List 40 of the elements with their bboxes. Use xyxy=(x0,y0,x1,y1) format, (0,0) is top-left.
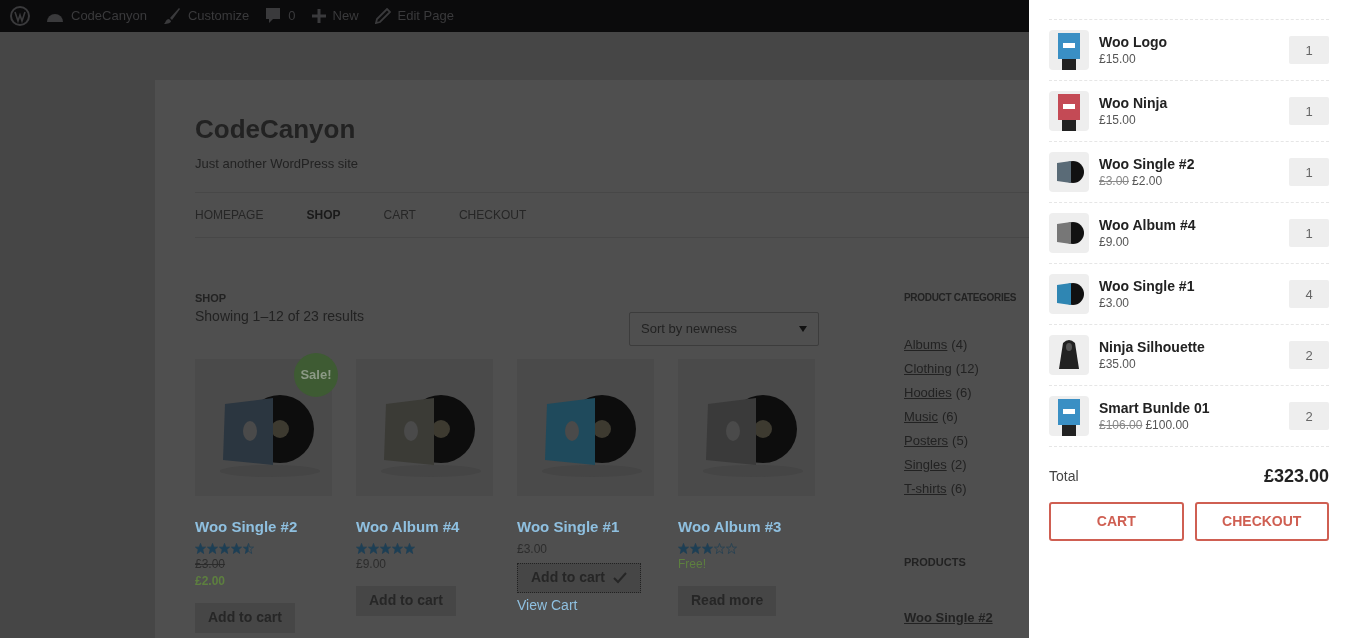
product-title[interactable]: Woo Single #2 xyxy=(195,516,332,539)
quantity-field[interactable]: 1 xyxy=(1289,158,1329,186)
cart-action-button[interactable]: CART xyxy=(1049,502,1184,541)
cart-item-price: £35.00 xyxy=(1099,356,1136,372)
cart-item-price: £2.00 xyxy=(1132,173,1163,189)
quantity-field[interactable]: 4 xyxy=(1289,280,1329,308)
cart-item-name[interactable]: Ninja Silhouette xyxy=(1099,338,1279,356)
product-title[interactable]: Woo Album #4 xyxy=(356,516,493,539)
cart-item-name[interactable]: Woo Ninja xyxy=(1099,94,1279,112)
cart-item-name[interactable]: Woo Single #2 xyxy=(1099,155,1279,173)
cart-item-name[interactable]: Smart Bunlde 01 xyxy=(1099,399,1279,417)
quantity-field[interactable]: 1 xyxy=(1289,219,1329,247)
total-label: Total xyxy=(1049,467,1079,486)
view-cart-link[interactable]: View Cart xyxy=(517,594,654,616)
cart-item-price: £15.00 xyxy=(1099,51,1136,67)
check-icon xyxy=(612,571,627,584)
total-amount: £323.00 xyxy=(1263,465,1329,488)
cart-item-price: £9.00 xyxy=(1099,234,1130,250)
sale-badge: Sale! xyxy=(294,353,338,397)
cart-item-price: £100.00 xyxy=(1145,417,1189,433)
cart-action-button[interactable]: CHECKOUT xyxy=(1194,502,1329,541)
wordpress-logo-icon[interactable] xyxy=(10,6,30,26)
comment-icon xyxy=(265,7,282,25)
quantity-field[interactable]: 2 xyxy=(1289,341,1329,369)
quantity-field[interactable]: 2 xyxy=(1289,402,1329,430)
product-title[interactable]: Woo Album #3 xyxy=(678,516,815,539)
cart-item-price: £3.00 xyxy=(1099,295,1130,311)
cart-item-name[interactable]: Woo Single #1 xyxy=(1099,277,1279,295)
cart-item-name[interactable]: Woo Logo xyxy=(1099,33,1279,51)
dropdown-arrow-icon xyxy=(799,326,807,332)
quantity-field[interactable]: 1 xyxy=(1289,97,1329,125)
cart-item-name[interactable]: Woo Album #4 xyxy=(1099,216,1279,234)
product-title[interactable]: Woo Single #1 xyxy=(517,516,654,539)
regular-price: £3.00 xyxy=(1099,173,1130,189)
regular-price: £106.00 xyxy=(1099,417,1143,433)
plus-icon xyxy=(311,9,326,23)
quantity-field[interactable]: 1 xyxy=(1289,36,1329,64)
brush-icon xyxy=(162,7,181,25)
pencil-icon xyxy=(374,8,391,24)
cart-item-price: £15.00 xyxy=(1099,112,1136,128)
